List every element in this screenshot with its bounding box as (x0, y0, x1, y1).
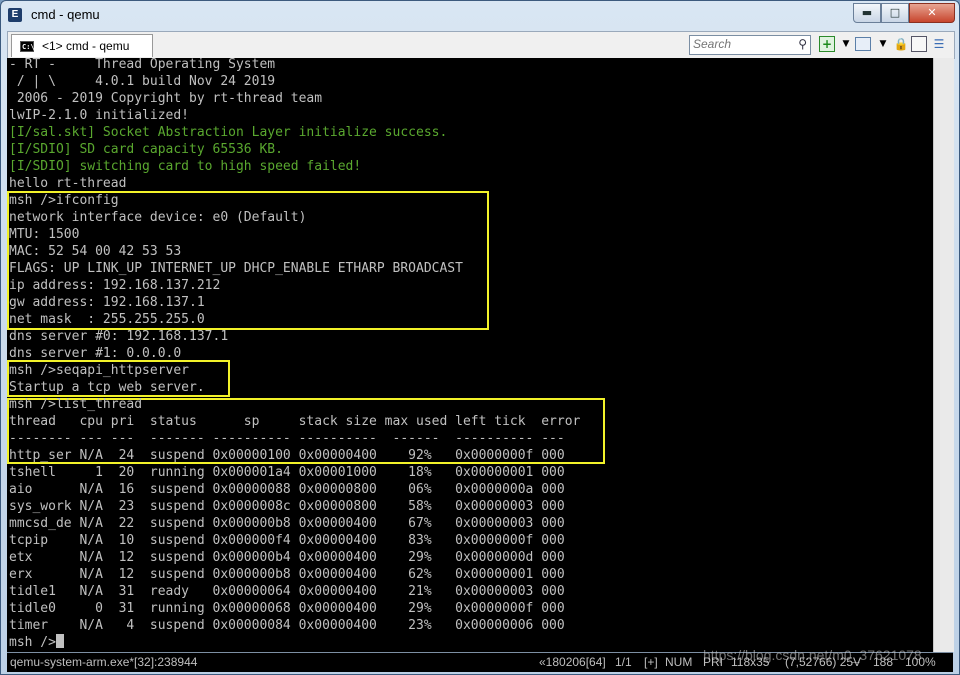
console-line: FLAGS: UP LINK_UP INTERNET_UP DHCP_ENABL… (9, 261, 463, 276)
search-icon[interactable]: ⚲ (798, 37, 807, 51)
console-line: msh />ifconfig (9, 193, 119, 208)
maximize-button[interactable]: □ (881, 3, 909, 23)
console-line: [I/sal.skt] Socket Abstraction Layer ini… (9, 125, 448, 140)
view-dropdown-icon[interactable]: ▼ (874, 35, 892, 53)
watermark: https://blog.csdn.net/m0_37621078 (703, 647, 922, 663)
console-line: dns server #0: 192.168.137.1 (9, 329, 229, 344)
console-line: tidle1 N/A 31 ready 0x00000064 0x0000040… (9, 584, 565, 599)
minimize-button[interactable]: ▬ (853, 3, 881, 23)
split-view-icon[interactable] (911, 36, 927, 52)
console-line: etx N/A 12 suspend 0x000000b4 0x00000400… (9, 550, 565, 565)
console-line: sys_work N/A 23 suspend 0x0000008c 0x000… (9, 499, 565, 514)
console-tab-icon: C:\ (20, 40, 35, 52)
search-box[interactable]: ⚲ (689, 35, 811, 55)
console-line: - RT - Thread Operating System (9, 58, 276, 72)
console-line: dns server #1: 0.0.0.0 (9, 346, 182, 361)
status-position: «180206[64] (539, 655, 606, 669)
console-line: MTU: 1500 (9, 227, 80, 242)
console-line: gw address: 192.168.137.1 (9, 295, 205, 310)
console-line: tcpip N/A 10 suspend 0x000000f4 0x000004… (9, 533, 565, 548)
console-line: net mask : 255.255.255.0 (9, 312, 205, 327)
console-line: 2006 - 2019 Copyright by rt-thread team (9, 91, 323, 106)
search-input[interactable] (693, 37, 789, 51)
console-line: [I/SDIO] SD card capacity 65536 KB. (9, 142, 283, 157)
console-line: erx N/A 12 suspend 0x000000b8 0x00000400… (9, 567, 565, 582)
app-icon: E (8, 8, 22, 22)
console-line: tshell 1 20 running 0x000001a4 0x0000100… (9, 465, 565, 480)
close-button[interactable]: ✕ (909, 3, 955, 23)
status-plus: [+] (644, 655, 658, 669)
new-console-dropdown-icon[interactable]: ▼ (837, 35, 855, 53)
view-icon[interactable] (855, 37, 871, 51)
console-line: Startup a tcp web server. (9, 380, 205, 395)
tab-bar: C:\ <1> cmd - qemu ⚲ + ▼ ▼ 🔒 ☰ (7, 31, 955, 59)
status-pages: 1/1 (615, 655, 632, 669)
console-line: -------- --- --- ------- ---------- ----… (9, 431, 565, 446)
new-console-plus-icon[interactable]: + (819, 36, 835, 52)
console-line: thread cpu pri status sp stack size max … (9, 414, 581, 429)
console-line: tidle0 0 31 running 0x00000068 0x0000040… (9, 601, 565, 616)
console-line: timer N/A 4 suspend 0x00000084 0x0000040… (9, 618, 565, 633)
window-title: cmd - qemu (31, 7, 100, 22)
console-line: hello rt-thread (9, 176, 127, 191)
console-output[interactable]: - RT - Thread Operating System / | \ 4.0… (7, 58, 933, 652)
title-bar[interactable]: E cmd - qemu ▬ □ ✕ (1, 1, 959, 31)
tab-label: <1> cmd - qemu (42, 39, 130, 53)
status-num: NUM (665, 655, 693, 669)
lock-icon[interactable]: 🔒 (892, 35, 910, 53)
console-line: msh />list_thread (9, 397, 143, 412)
console-line: ip address: 192.168.137.212 (9, 278, 221, 293)
console-prompt: msh /> (9, 634, 64, 651)
console-line: http_ser N/A 24 suspend 0x00000100 0x000… (9, 448, 565, 463)
status-process: qemu-system-arm.exe*[32]:238944 (10, 655, 198, 669)
menu-icon[interactable]: ☰ (930, 35, 948, 53)
console-line: msh />seqapi_httpserver (9, 363, 190, 378)
console-line: MAC: 52 54 00 42 53 53 (9, 244, 182, 259)
console-line: network interface device: e0 (Default) (9, 210, 307, 225)
console-line: mmcsd_de N/A 22 suspend 0x000000b8 0x000… (9, 516, 565, 531)
console-line: lwIP-2.1.0 initialized! (9, 108, 190, 123)
tab-cmd-qemu[interactable]: C:\ <1> cmd - qemu (11, 34, 153, 57)
console-window: E cmd - qemu ▬ □ ✕ C:\ <1> cmd - qemu ⚲ … (0, 0, 960, 675)
vertical-scrollbar[interactable] (933, 58, 954, 652)
console-line: [I/SDIO] switching card to high speed fa… (9, 159, 362, 174)
console-line: / | \ 4.0.1 build Nov 24 2019 (9, 74, 276, 89)
text-cursor (55, 634, 64, 648)
console-line: aio N/A 16 suspend 0x00000088 0x00000800… (9, 482, 565, 497)
